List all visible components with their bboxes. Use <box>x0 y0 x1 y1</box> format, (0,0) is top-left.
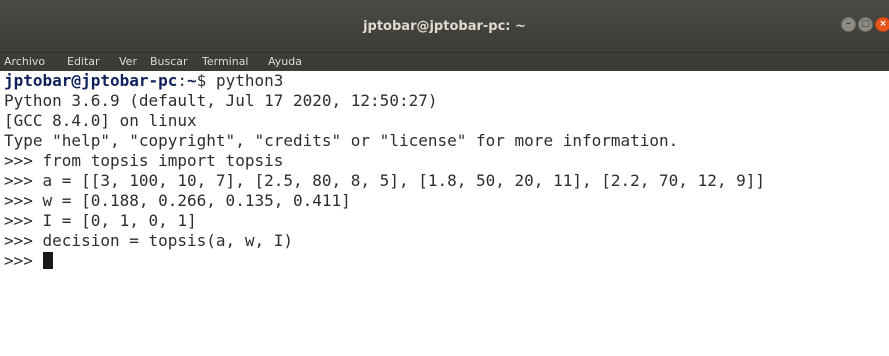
prompt-path: ~ <box>187 71 197 90</box>
output-line: >>> I = [0, 1, 0, 1] <box>4 211 197 230</box>
menu-archivo[interactable]: Archivo <box>4 55 45 68</box>
menu-buscar[interactable]: Buscar <box>150 55 188 68</box>
output-line: >>> from topsis import topsis <box>4 151 284 170</box>
prompt-dollar: $ <box>196 71 216 90</box>
output-line: [GCC 8.4.0] on linux <box>4 111 197 130</box>
current-input-line[interactable]: >>> <box>4 251 889 271</box>
menu-editar[interactable]: Editar <box>67 55 100 68</box>
menu-bar: Archivo Editar Ver Buscar Terminal Ayuda <box>0 53 889 71</box>
window-controls: – □ × <box>839 17 889 35</box>
output-line: Python 3.6.9 (default, Jul 17 2020, 12:5… <box>4 91 438 110</box>
title-bar[interactable]: jptobar@jptobar-pc: ~ – □ × <box>0 0 889 53</box>
output-line: >>> a = [[3, 100, 10, 7], [2.5, 80, 8, 5… <box>4 171 765 190</box>
maximize-icon: □ <box>861 19 870 29</box>
menu-ver[interactable]: Ver <box>119 55 137 68</box>
python-prompt: >>> <box>4 251 43 270</box>
minimize-button[interactable]: – <box>841 17 856 32</box>
prompt-user-host: jptobar@jptobar-pc <box>4 71 178 90</box>
output-line: >>> w = [0.188, 0.266, 0.135, 0.411] <box>4 191 351 210</box>
text-cursor <box>42 252 53 269</box>
prompt-command: python3 <box>215 71 284 90</box>
prompt-separator: : <box>177 71 188 90</box>
output-line: Type "help", "copyright", "credits" or "… <box>4 131 679 150</box>
window-title: jptobar@jptobar-pc: ~ <box>363 19 526 34</box>
terminal-window: jptobar@jptobar-pc: ~ – □ × Archivo Edit… <box>0 0 889 356</box>
maximize-button[interactable]: □ <box>858 17 873 32</box>
menu-ayuda[interactable]: Ayuda <box>268 55 302 68</box>
terminal-output[interactable]: jptobar@jptobar-pc:~$ python3 Python 3.6… <box>0 71 889 356</box>
close-button[interactable]: × <box>875 17 889 32</box>
prompt-line: jptobar@jptobar-pc:~$ python3 <box>4 71 889 91</box>
output-line: >>> decision = topsis(a, w, I) <box>4 231 293 250</box>
close-icon: × <box>879 19 887 29</box>
menu-terminal[interactable]: Terminal <box>202 55 249 68</box>
minimize-icon: – <box>846 19 851 29</box>
